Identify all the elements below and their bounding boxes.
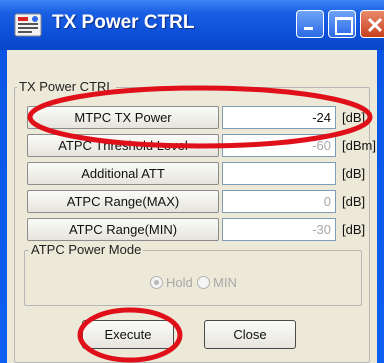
atpc-range-min-field[interactable]: -30 (222, 218, 336, 241)
atpc-threshold-level-unit: [dBm] (342, 138, 376, 153)
mtpc-tx-power-unit: [dB] (342, 110, 366, 125)
radio-min[interactable]: MIN (197, 275, 237, 291)
atpc-range-max-unit: [dB] (342, 194, 366, 209)
execute-button[interactable]: Execute (82, 320, 174, 349)
additional-att-field[interactable] (222, 162, 336, 185)
atpc-range-min-button[interactable]: ATPC Range(MIN) (27, 218, 219, 241)
title-bar[interactable]: TX Power CTRL (0, 0, 384, 50)
radio-hold[interactable]: Hold (150, 275, 193, 291)
atpc-threshold-level-button[interactable]: ATPC Threshold Level (27, 134, 219, 157)
mtpc-tx-power-field[interactable]: -24 (222, 106, 336, 129)
mtpc-tx-power-button[interactable]: MTPC TX Power (27, 106, 219, 129)
additional-att-unit: [dB] (342, 166, 366, 181)
radio-min-label: MIN (213, 275, 237, 290)
radio-hold-label: Hold (166, 275, 193, 290)
tx-power-group-label: TX Power CTRL (17, 79, 116, 94)
close-icon[interactable] (360, 10, 384, 38)
atpc-range-min-unit: [dB] (342, 222, 366, 237)
radio-min-indicator[interactable] (197, 276, 210, 289)
atpc-power-mode-group (24, 250, 362, 306)
dialog-body: TX Power CTRL MTPC TX Power -24 [dB] ATP… (7, 50, 377, 363)
atpc-range-max-field[interactable]: 0 (222, 190, 336, 213)
maximize-icon[interactable] (328, 10, 356, 38)
additional-att-button[interactable]: Additional ATT (27, 162, 219, 185)
dialog-window: TX Power CTRL TX Power CTRL MTPC TX Powe… (0, 0, 384, 363)
radio-hold-indicator[interactable] (150, 276, 163, 289)
app-icon (14, 13, 42, 37)
close-button[interactable]: Close (204, 320, 296, 349)
atpc-range-max-button[interactable]: ATPC Range(MAX) (27, 190, 219, 213)
atpc-threshold-level-field[interactable]: -60 (222, 134, 336, 157)
atpc-power-mode-label: ATPC Power Mode (29, 242, 144, 257)
minimize-icon[interactable] (296, 10, 324, 38)
window-title: TX Power CTRL (52, 12, 195, 33)
